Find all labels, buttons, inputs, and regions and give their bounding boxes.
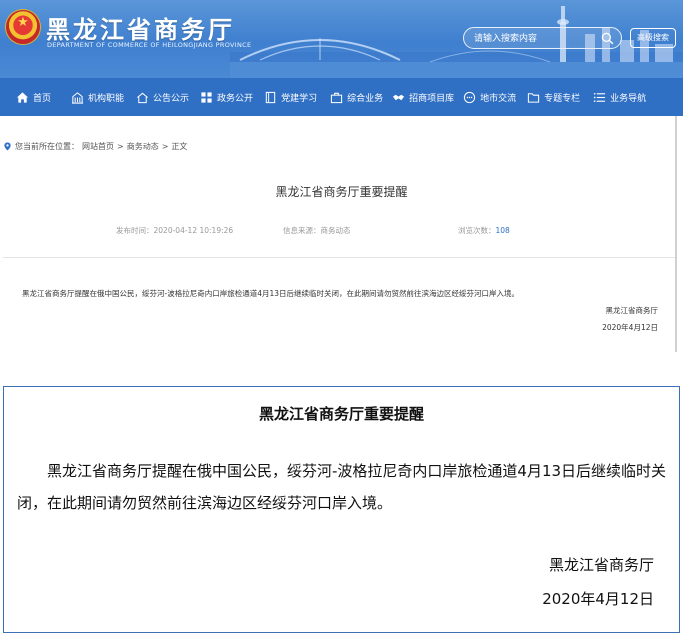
briefcase-icon <box>330 92 343 103</box>
notice-title: 黑龙江省商务厅重要提醒 <box>258 405 424 423</box>
building-icon <box>71 91 84 104</box>
nav-label: 首页 <box>33 93 52 104</box>
publish-time: 发布时间：2020-04-12 10:19:26 <box>116 225 233 236</box>
nav-item-gov-affairs[interactable]: 政务公开 <box>200 78 253 116</box>
list-icon <box>593 92 606 102</box>
nav-item-organization[interactable]: 机构职能 <box>71 78 124 116</box>
nav-item-home[interactable]: 首页 <box>16 78 51 116</box>
notice-date: 2020年4月12日 <box>542 590 654 608</box>
article-date: 2020年4月12日 <box>602 323 658 332</box>
nav-item-party-study[interactable]: 党建学习 <box>264 78 317 116</box>
folder-icon <box>528 92 540 103</box>
nav-label: 地市交流 <box>480 93 517 104</box>
nav-item-business[interactable]: 综合业务 <box>330 78 383 116</box>
article-body: 黑龙江省商务厅提醒在俄中国公民，绥芬河-波格拉尼奇内口岸旅检通道4月13日后继续… <box>22 289 520 298</box>
nav-label: 综合业务 <box>347 93 384 104</box>
main-nav: 首页 机构职能 公告公示 政务公开 党建学习 综合业务 招商项目库 地市交流 专… <box>0 78 683 116</box>
national-emblem-icon[interactable]: ★ <box>6 10 40 44</box>
grid-icon <box>201 91 212 103</box>
advanced-search-button[interactable]: 高级搜索 <box>630 28 676 48</box>
search-input[interactable] <box>474 31 599 46</box>
article-title: 黑龙江省商务厅重要提醒 <box>275 185 408 199</box>
nav-item-announcements[interactable]: 公告公示 <box>136 78 189 116</box>
page-edge <box>675 116 677 352</box>
breadcrumb-prefix: 您当前所在位置： <box>15 142 79 151</box>
breadcrumb-separator: > <box>161 142 169 151</box>
nav-label: 公告公示 <box>153 93 190 104</box>
nav-label: 业务导航 <box>610 93 647 104</box>
nav-item-investment-projects[interactable]: 招商项目库 <box>392 78 454 116</box>
handshake-icon <box>393 94 405 100</box>
breadcrumb-news-link[interactable]: 商务动态 <box>127 141 159 152</box>
site-header: ★ 黑龙江省商务厅 DEPARTMENT OF COMMERCE OF HEIL… <box>0 0 683 78</box>
nav-item-business-guide[interactable]: 业务导航 <box>593 78 646 116</box>
nav-item-special-topics[interactable]: 专题专栏 <box>527 78 580 116</box>
info-source-value: 商务动态 <box>320 226 351 235</box>
home-icon <box>16 91 29 103</box>
view-count: 浏览次数：108 <box>458 225 510 236</box>
nav-label: 专题专栏 <box>544 93 581 104</box>
house-icon <box>137 92 148 103</box>
nav-label: 机构职能 <box>88 93 125 104</box>
site-title[interactable]: 黑龙江省商务厅 <box>46 10 235 45</box>
info-source-label: 信息来源： <box>283 226 321 235</box>
nav-label: 党建学习 <box>281 93 318 104</box>
emblem-star-icon: ★ <box>17 15 29 30</box>
search-box <box>463 27 622 49</box>
notice-box: 黑龙江省商务厅重要提醒 黑龙江省商务厅提醒在俄中国公民，绥芬河-波格拉尼奇内口岸… <box>3 386 680 633</box>
breadcrumb-separator: > <box>117 142 124 151</box>
breadcrumb-home-link[interactable]: 网站首页 <box>82 141 114 152</box>
nav-item-city-exchange[interactable]: 地市交流 <box>463 78 516 116</box>
article-signature: 黑龙江省商务厅 <box>605 306 659 315</box>
breadcrumb-current: 正文 <box>171 142 188 151</box>
publish-time-value: 2020-04-12 10:19:26 <box>153 226 234 235</box>
location-pin-icon <box>4 142 11 151</box>
info-source: 信息来源：商务动态 <box>283 225 351 236</box>
chat-icon <box>463 91 476 103</box>
book-icon <box>265 91 276 103</box>
publish-time-label: 发布时间： <box>116 226 154 235</box>
divider <box>3 257 677 258</box>
view-count-label: 浏览次数： <box>458 226 496 235</box>
nav-label: 政务公开 <box>217 93 254 104</box>
search-icon[interactable] <box>601 32 614 45</box>
nav-label: 招商项目库 <box>409 93 455 104</box>
view-count-value: 108 <box>495 226 510 235</box>
site-subtitle: DEPARTMENT OF COMMERCE OF HEILONGJIANG P… <box>47 41 252 49</box>
notice-signature: 黑龙江省商务厅 <box>548 556 654 574</box>
breadcrumb: 您当前所在位置： 网站首页 > 商务动态 > 正文 <box>3 141 190 152</box>
notice-body: 黑龙江省商务厅提醒在俄中国公民，绥芬河-波格拉尼奇内口岸旅检通道4月13日后继续… <box>17 462 667 512</box>
